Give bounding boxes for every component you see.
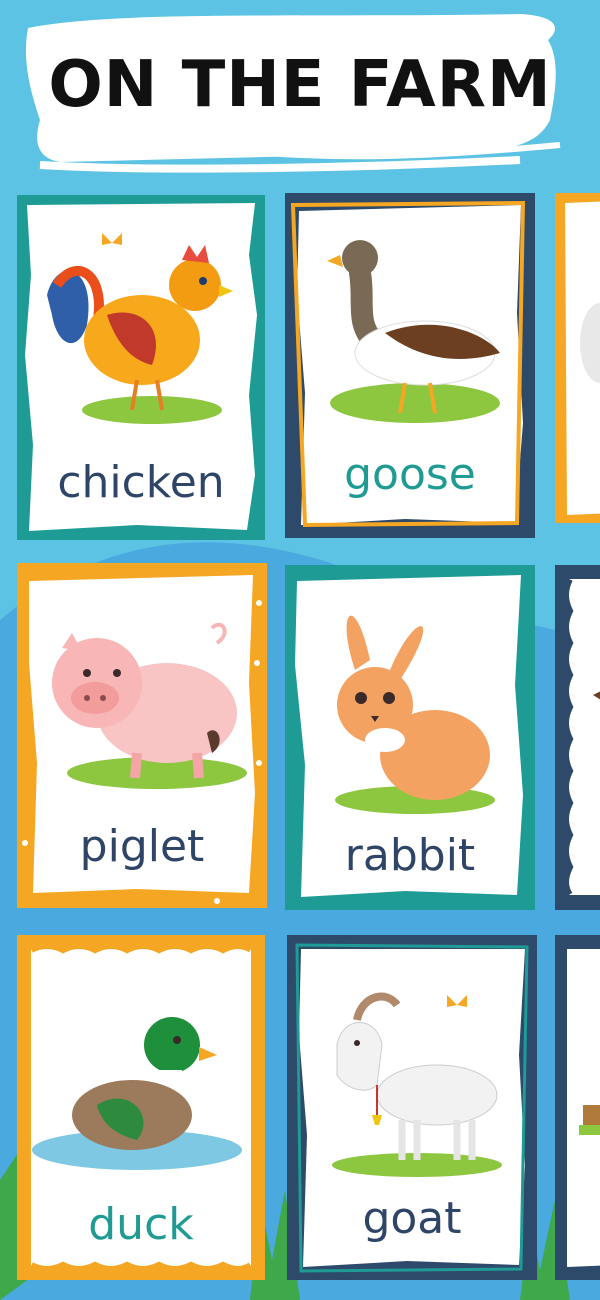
duck-illustration <box>32 1017 242 1170</box>
card-label: duck <box>88 1199 194 1250</box>
card-label: chicken <box>57 457 225 508</box>
card-frame <box>555 565 600 910</box>
card-goose[interactable]: goose <box>285 193 535 538</box>
card-goat[interactable]: goat <box>287 935 537 1280</box>
card-label: rabbit <box>344 830 476 881</box>
goat-illustration <box>332 992 502 1177</box>
card-label: goat <box>362 1193 462 1244</box>
page-title: ON THE FARM <box>48 48 552 122</box>
pig-illustration <box>52 622 247 789</box>
card-partial-3[interactable] <box>555 935 600 1280</box>
rabbit-illustration <box>335 615 495 814</box>
card-rabbit[interactable]: rabbit <box>285 565 535 910</box>
card-piglet[interactable]: piglet <box>17 563 267 908</box>
goose-illustration <box>327 240 500 423</box>
card-label: piglet <box>79 821 205 872</box>
card-frame <box>555 935 600 1280</box>
card-duck[interactable]: duck <box>17 935 265 1280</box>
chicken-illustration <box>47 233 233 424</box>
card-label: goose <box>344 449 476 500</box>
card-frame <box>555 193 600 523</box>
card-partial-2[interactable] <box>555 565 600 910</box>
card-partial-1[interactable] <box>555 193 600 523</box>
card-chicken[interactable]: chicken <box>17 195 265 540</box>
